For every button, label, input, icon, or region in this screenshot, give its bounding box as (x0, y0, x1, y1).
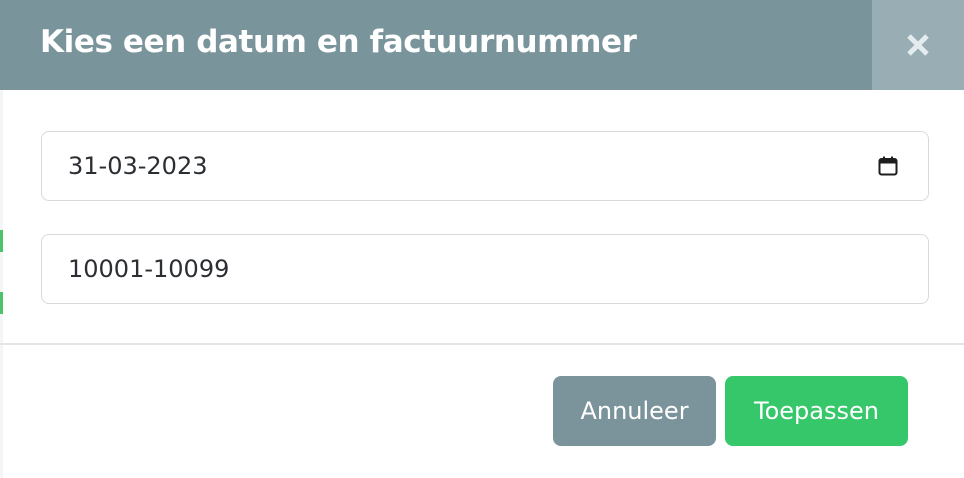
cancel-button[interactable]: Annuleer (553, 376, 716, 446)
apply-button[interactable]: Toepassen (725, 376, 908, 446)
invoice-number-value: 10001-10099 (68, 255, 230, 283)
close-icon (907, 34, 929, 56)
backdrop-accent-mark (0, 292, 3, 314)
invoice-dialog: Kies een datum en factuurnummer 31-03-20… (0, 0, 964, 478)
dialog-header: Kies een datum en factuurnummer (0, 0, 964, 90)
dialog-title: Kies een datum en factuurnummer (40, 24, 637, 60)
backdrop-edge (0, 90, 3, 478)
backdrop-accent-mark (0, 230, 3, 252)
date-value: 31-03-2023 (68, 152, 208, 180)
calendar-icon[interactable] (876, 154, 900, 178)
date-input[interactable]: 31-03-2023 (41, 131, 929, 201)
footer-divider (0, 343, 964, 345)
close-button[interactable] (872, 0, 964, 90)
invoice-number-input[interactable]: 10001-10099 (41, 234, 929, 304)
